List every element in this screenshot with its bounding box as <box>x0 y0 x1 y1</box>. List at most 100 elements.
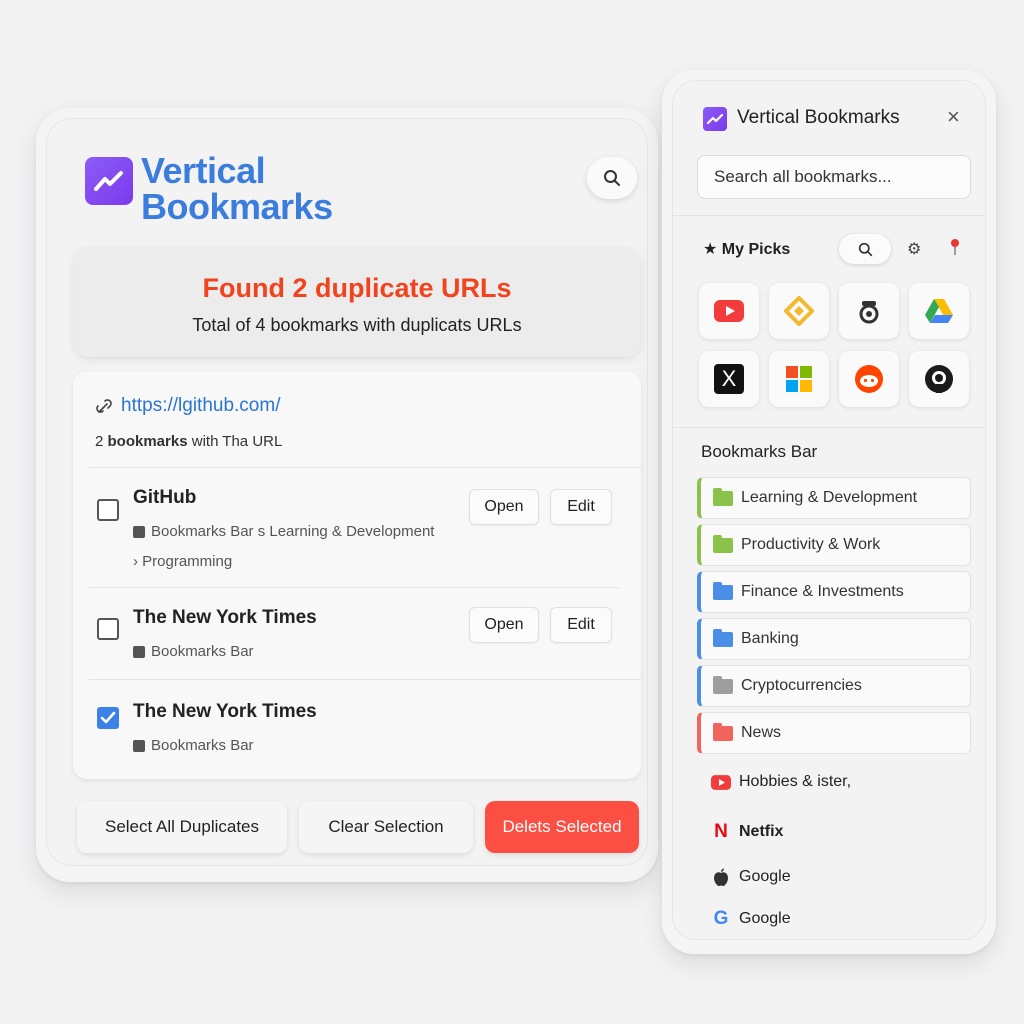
folder-path-icon <box>133 739 145 752</box>
site-hobbies[interactable]: Hobbies & ister, <box>711 773 851 791</box>
google-drive-tile[interactable] <box>909 283 969 339</box>
duplicates-panel-body: Vertical Bookmarks Found 2 duplicate URL… <box>46 118 648 866</box>
summary-subtitle: Total of 4 bookmarks with duplicats URLs <box>192 315 522 335</box>
site-label: Google <box>739 868 791 885</box>
folder-icon <box>713 675 733 694</box>
sidebar-panel: Vertical Bookmarks × Search all bookmark… <box>662 70 996 954</box>
open-button[interactable]: Open <box>469 607 539 643</box>
google-drive-icon <box>925 299 953 323</box>
youtube-tile[interactable] <box>699 283 759 339</box>
folder-banking[interactable]: Banking <box>697 618 971 660</box>
reddit-icon <box>855 365 883 393</box>
youtube-icon <box>714 300 744 322</box>
folder-icon <box>713 628 733 647</box>
item-path-text: Bookmarks Bar <box>151 643 254 660</box>
site-google-apple[interactable]: Google <box>711 867 791 887</box>
sidebar-panel-body: Vertical Bookmarks × Search all bookmark… <box>672 80 986 940</box>
folder-icon <box>713 534 733 553</box>
app-title: Vertical Bookmarks <box>141 150 333 227</box>
item-checkbox[interactable] <box>97 618 119 640</box>
sidebar-title: Vertical Bookmarks <box>737 107 900 128</box>
folder-label: Learning & Development <box>741 489 918 506</box>
microsoft-tile[interactable] <box>769 351 829 407</box>
item-title: The New York Times <box>133 701 317 722</box>
select-all-duplicates-button[interactable]: Select All Duplicates <box>77 801 287 853</box>
item-path-text: Bookmarks Bar <box>151 737 254 754</box>
folder-icon <box>713 722 733 741</box>
duplicate-count: 2 bookmarks with Tha URL <box>95 433 282 450</box>
duplicates-summary: Found 2 duplicate URLs Total of 4 bookma… <box>73 247 641 357</box>
microsoft-icon <box>786 366 812 392</box>
folder-learning-development[interactable]: Learning & Development <box>697 477 971 519</box>
reddit-tile[interactable] <box>839 351 899 407</box>
app-logo-icon <box>703 107 727 131</box>
duplicate-item: GitHub Bookmarks Bar s Learning & Develo… <box>73 467 641 587</box>
x-icon: X <box>714 364 744 394</box>
folder-label: Productivity & Work <box>741 536 881 553</box>
delete-selected-button[interactable]: Delets Selected <box>485 801 639 853</box>
apple-icon <box>714 868 728 886</box>
clear-selection-button[interactable]: Clear Selection <box>299 801 473 853</box>
site-label: Hobbies & ister, <box>739 773 852 790</box>
binance-icon <box>784 296 814 326</box>
duplicates-panel: Vertical Bookmarks Found 2 duplicate URL… <box>36 108 658 882</box>
item-title: The New York Times <box>133 607 317 628</box>
search-icon <box>604 170 620 186</box>
folder-path-icon <box>133 645 145 658</box>
folder-label: News <box>741 724 782 741</box>
item-path: Bookmarks Bar s Learning & Development <box>133 523 434 540</box>
my-picks-label: ★ My Picks <box>703 241 791 258</box>
checkmark-icon <box>100 711 116 724</box>
github-tile[interactable] <box>909 351 969 407</box>
item-path-text: Bookmarks Bar s Learning & Development <box>151 523 435 540</box>
open-button[interactable]: Open <box>469 489 539 525</box>
search-icon <box>858 242 872 256</box>
folder-productivity-work[interactable]: Productivity & Work <box>697 524 971 566</box>
edit-button[interactable]: Edit <box>550 607 612 643</box>
duplicate-item: The New York Times Bookmarks Bar <box>73 679 641 775</box>
bookmarks-bar-label: Bookmarks Bar <box>701 442 818 461</box>
folder-cryptocurrencies[interactable]: Cryptocurrencies <box>697 665 971 707</box>
count-number: 2 <box>95 433 104 450</box>
site-label: Netfix <box>739 823 784 840</box>
x-tile[interactable]: X <box>699 351 759 407</box>
bookmark-search-input[interactable]: Search all bookmarks... <box>697 155 971 199</box>
binance-tile[interactable] <box>769 283 829 339</box>
folder-news[interactable]: News <box>697 712 971 754</box>
item-title: GitHub <box>133 487 197 508</box>
youtube-icon <box>711 774 731 790</box>
duplicate-item: The New York Times Bookmarks Bar Open Ed… <box>73 587 641 679</box>
count-bold: bookmarks <box>107 433 188 450</box>
site-netfix[interactable]: N Netfix <box>711 821 783 843</box>
pin-icon[interactable] <box>949 238 961 261</box>
item-checkbox-checked[interactable] <box>97 707 119 729</box>
picks-search-button[interactable] <box>839 234 891 264</box>
folder-finance-investments[interactable]: Finance & Investments <box>697 571 971 613</box>
google-icon: G <box>713 908 729 929</box>
item-path: Bookmarks Bar <box>133 643 254 660</box>
scale-tile[interactable] <box>839 283 899 339</box>
edit-button[interactable]: Edit <box>550 489 612 525</box>
folder-label: Cryptocurrencies <box>741 677 862 694</box>
summary-title: Found 2 duplicate URLs <box>202 273 512 303</box>
app-logo-icon <box>85 157 133 205</box>
count-suffix: with Tha URL <box>191 433 283 450</box>
search-button[interactable] <box>587 157 637 199</box>
site-label: Google <box>739 910 791 927</box>
item-path: Bookmarks Bar <box>133 737 254 754</box>
folder-icon <box>713 487 733 506</box>
duplicate-url-link[interactable]: https://lgithub.com/ <box>121 395 280 417</box>
duplicate-url-row: https://lgithub.com/ <box>95 395 280 417</box>
github-icon <box>925 365 953 393</box>
duplicate-group-card: https://lgithub.com/ 2 bookmarks with Th… <box>73 371 641 779</box>
site-google[interactable]: G Google <box>711 908 791 930</box>
divider <box>673 427 985 428</box>
close-icon[interactable]: × <box>947 105 960 129</box>
gear-icon[interactable]: ⚙ <box>907 239 921 259</box>
divider <box>673 215 985 216</box>
item-checkbox[interactable] <box>97 499 119 521</box>
netflix-icon: N <box>714 821 728 842</box>
item-path-continued: › Programming <box>133 553 233 570</box>
folder-path-icon <box>133 525 145 538</box>
folder-icon <box>713 581 733 600</box>
